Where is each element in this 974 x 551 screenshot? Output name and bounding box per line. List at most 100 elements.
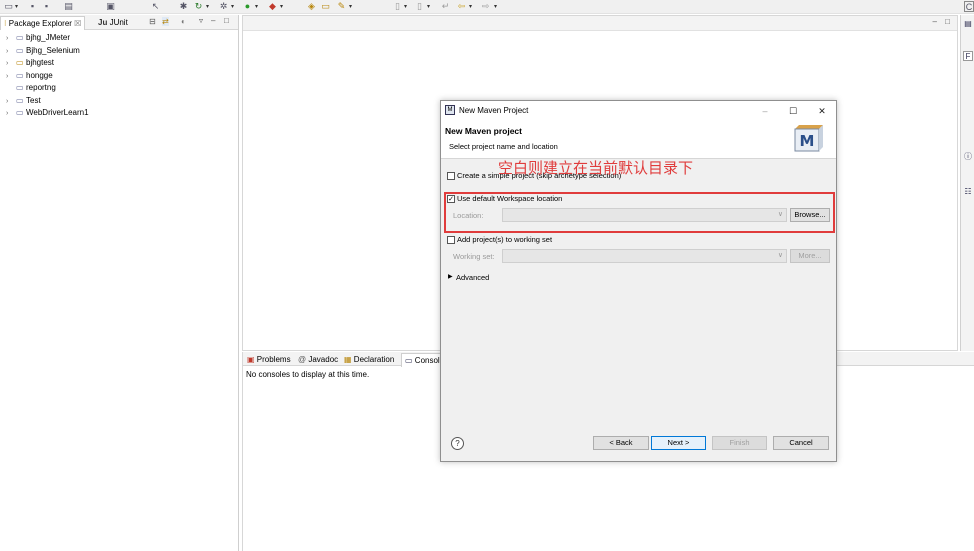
tree-item-project[interactable]: › ▭ bjhg_JMeter: [6, 32, 70, 44]
more-button[interactable]: More...: [790, 249, 830, 263]
next-button[interactable]: Next >: [651, 436, 706, 450]
expand-arrow-icon[interactable]: ▶: [448, 273, 453, 280]
working-set-label[interactable]: Add project(s) to working set: [457, 235, 552, 244]
prev-annotation-icon[interactable]: ▯: [414, 1, 425, 12]
tab-label: Problems: [256, 355, 291, 364]
project-label: Test: [26, 95, 41, 105]
run-icon[interactable]: ●: [242, 1, 253, 12]
minimize-window-icon[interactable]: –: [758, 104, 772, 118]
tab-label: JUnit: [109, 18, 128, 27]
maximize-icon[interactable]: □: [945, 17, 950, 26]
refresh-icon[interactable]: ↻: [193, 1, 204, 12]
back-button[interactable]: < Back: [593, 436, 649, 450]
package-icon[interactable]: ✱: [178, 1, 189, 12]
working-set-checkbox[interactable]: [447, 236, 455, 244]
open-type-icon[interactable]: ◈: [306, 1, 317, 12]
maximize-icon[interactable]: □: [224, 16, 229, 25]
expand-arrow-icon[interactable]: ›: [6, 46, 16, 58]
tab-label: Package Explorer: [8, 19, 72, 28]
explorer-tab-bar: ⁝ Package Explorer ☒ Ju JUnit ⊟ ⇄ ◐ ▿ – …: [0, 15, 238, 30]
tree-item-project[interactable]: ▭ reportng: [6, 82, 56, 94]
back-nav-icon[interactable]: ⇦: [456, 1, 467, 12]
view-menu-icon[interactable]: ▿: [199, 16, 203, 25]
back-nav-dropdown-icon[interactable]: ▾: [469, 3, 472, 10]
external-tools-dropdown-icon[interactable]: ▾: [280, 3, 283, 10]
folder-icon: ▭: [16, 45, 24, 55]
new-maven-project-dialog: M New Maven Project – ☐ ✕ New Maven proj…: [440, 100, 837, 462]
prev-annotation-dropdown-icon[interactable]: ▾: [427, 3, 430, 10]
tab-problems[interactable]: ▣ Problems: [244, 353, 294, 367]
minimize-icon[interactable]: –: [933, 17, 937, 26]
debug-icon[interactable]: ✲: [218, 1, 229, 12]
working-set-field-label: Working set:: [453, 252, 495, 261]
expand-arrow-icon[interactable]: ›: [6, 71, 16, 83]
tab-package-explorer[interactable]: ⁝ Package Explorer ☒: [0, 16, 86, 30]
save-all-icon[interactable]: ▪: [41, 1, 52, 12]
project-label: bjhg_JMeter: [26, 33, 71, 42]
link-with-editor-icon[interactable]: ⇄: [162, 17, 169, 26]
external-tools-icon[interactable]: ◆: [267, 1, 278, 12]
collapse-all-icon[interactable]: ⊟: [149, 17, 156, 26]
open-console-icon[interactable]: ▣: [105, 1, 116, 12]
new-file-icon[interactable]: ▭: [3, 1, 14, 12]
expand-arrow-icon[interactable]: ›: [6, 108, 16, 120]
chevron-down-icon[interactable]: ∨: [778, 251, 783, 259]
finish-button[interactable]: Finish: [712, 436, 767, 450]
refresh-dropdown-icon[interactable]: ▾: [206, 3, 209, 10]
next-annotation-dropdown-icon[interactable]: ▾: [404, 3, 407, 10]
tree-item-project[interactable]: › ▭ Test: [6, 95, 41, 107]
search-icon[interactable]: ✎: [336, 1, 347, 12]
forward-nav-icon[interactable]: ⇨: [480, 1, 491, 12]
main-toolbar: ▭ ▾ ▪ ▪ ▤ ▣ ↖ ✱ ↻ ▾ ✲ ▾ ● ▾ ◆ ▾ ◈ ▭ ✎ ▾ …: [0, 0, 974, 14]
print-icon[interactable]: ▤: [63, 1, 74, 12]
tree-item-project[interactable]: › ▭ bjhgtest: [6, 57, 54, 69]
tree-item-project[interactable]: › ▭ WebDriverLearn1: [6, 107, 89, 119]
debug-dropdown-icon[interactable]: ▾: [231, 3, 234, 10]
project-label: hongge: [26, 70, 53, 80]
pointer-icon[interactable]: ↖: [150, 1, 161, 12]
run-dropdown-icon[interactable]: ▾: [255, 3, 258, 10]
folder-icon: ▭: [16, 58, 24, 67]
tree-item-project[interactable]: › ▭ hongge: [6, 70, 53, 82]
close-icon[interactable]: ☒: [74, 19, 81, 28]
info-icon[interactable]: ⓘ: [963, 152, 973, 162]
tab-label: Declaration: [353, 355, 395, 364]
expand-arrow-icon[interactable]: ›: [6, 33, 16, 45]
tab-javadoc[interactable]: @ Javadoc: [295, 353, 341, 367]
working-set-combo[interactable]: ∨: [502, 249, 787, 263]
outline-icon[interactable]: ▤: [963, 19, 973, 29]
tree-item-project[interactable]: › ▭ Bjhg_Selenium: [6, 45, 80, 57]
expand-arrow-icon[interactable]: ›: [6, 58, 16, 70]
cancel-button[interactable]: Cancel: [773, 436, 829, 450]
last-edit-icon[interactable]: ↵: [440, 1, 451, 12]
package-explorer-icon: ⁝: [4, 19, 7, 28]
next-annotation-icon[interactable]: ▯: [392, 1, 403, 12]
expand-arrow-icon[interactable]: ›: [6, 96, 16, 108]
javadoc-icon: @: [298, 355, 307, 364]
focus-icon[interactable]: ◐: [181, 17, 186, 26]
task-list-icon[interactable]: ☷: [963, 187, 973, 197]
maven-logo-icon: M: [794, 125, 823, 152]
folder-icon: ▭: [16, 95, 24, 105]
find-icon[interactable]: F: [963, 51, 973, 61]
search-dropdown-icon[interactable]: ▾: [349, 3, 352, 10]
folder-icon: ▭: [16, 70, 24, 80]
simple-project-checkbox[interactable]: [447, 172, 455, 180]
project-label: Bjhg_Selenium: [26, 45, 80, 55]
close-window-icon[interactable]: ✕: [815, 104, 829, 118]
package-explorer-view: ⁝ Package Explorer ☒ Ju JUnit ⊟ ⇄ ◐ ▿ – …: [0, 15, 239, 551]
help-icon[interactable]: ?: [451, 437, 464, 450]
save-icon[interactable]: ▪: [27, 1, 38, 12]
quick-access-icon[interactable]: C: [964, 1, 974, 12]
advanced-section-toggle[interactable]: Advanced: [456, 273, 489, 282]
open-folder-icon[interactable]: ▭: [320, 1, 331, 12]
wizard-title: New Maven project: [445, 126, 522, 136]
maximize-window-icon[interactable]: ☐: [786, 104, 800, 118]
tab-junit[interactable]: Ju JUnit: [95, 16, 131, 30]
project-label: bjhgtest: [26, 58, 55, 67]
tab-declaration[interactable]: ▦ Declaration: [341, 353, 397, 367]
minimize-icon[interactable]: –: [211, 16, 215, 25]
forward-nav-dropdown-icon[interactable]: ▾: [494, 3, 497, 10]
tab-label: Javadoc: [308, 355, 339, 364]
new-dropdown-icon[interactable]: ▾: [15, 3, 18, 10]
